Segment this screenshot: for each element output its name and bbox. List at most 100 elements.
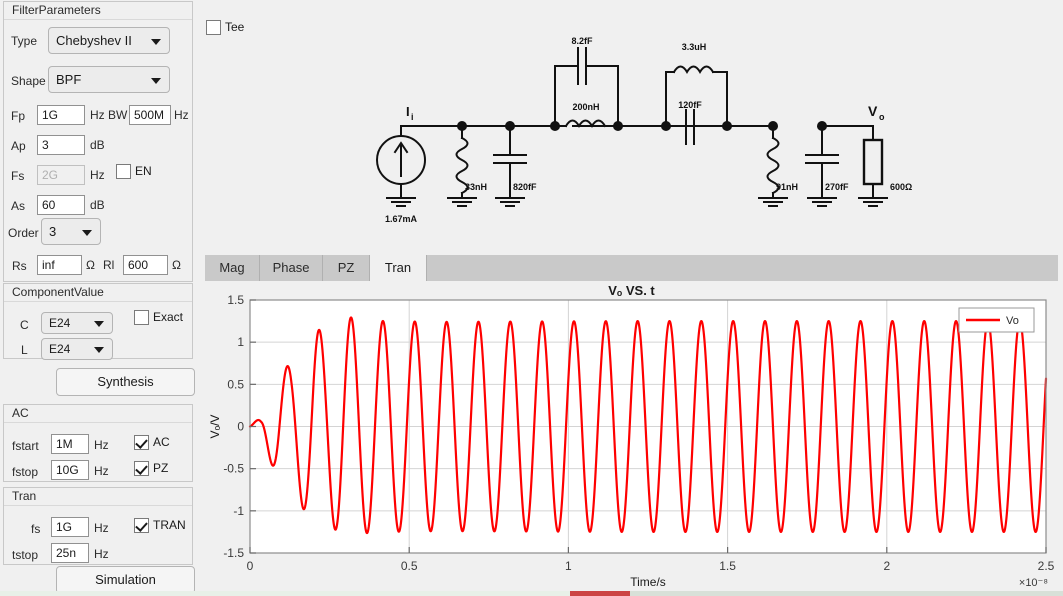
svg-text:Time/s: Time/s bbox=[630, 575, 666, 589]
chevron-down-icon bbox=[82, 229, 92, 236]
tran-title: Tran bbox=[10, 489, 39, 503]
fp-unit: Hz bbox=[90, 108, 105, 122]
bw-unit: Hz bbox=[174, 108, 189, 122]
tran-checkbox-label: TRAN bbox=[153, 518, 186, 532]
bw-label: BW bbox=[108, 108, 128, 122]
load-resistor-label: 600Ω bbox=[890, 182, 912, 192]
status-seg-mid bbox=[570, 591, 630, 596]
shunt-capacitor-2-label: 270fF bbox=[825, 182, 849, 192]
exact-checkbox[interactable] bbox=[134, 310, 149, 325]
l-label: L bbox=[21, 343, 28, 357]
bw-input[interactable] bbox=[129, 105, 171, 125]
schematic-panel: Tee I i 1.67mA 33nH 820fF 8.2fF 200nH 3.… bbox=[200, 0, 1063, 250]
rs-label: Rs bbox=[12, 259, 27, 273]
fs-unit: Hz bbox=[90, 168, 105, 182]
rs-unit: Ω bbox=[86, 258, 95, 272]
ap-label: Ap bbox=[11, 139, 26, 153]
filter-parameters-divider bbox=[4, 19, 192, 20]
status-seg-right bbox=[630, 591, 1063, 596]
svg-text:0: 0 bbox=[247, 559, 254, 573]
source-label-sub: i bbox=[411, 112, 414, 122]
fstart-label: fstart bbox=[12, 439, 39, 453]
order-dropdown[interactable]: 3 bbox=[41, 218, 101, 245]
left-control-panel: FilterParameters Type Chebyshev II Shape… bbox=[0, 0, 196, 596]
svg-text:Vₒ/V: Vₒ/V bbox=[208, 415, 222, 439]
svg-text:1: 1 bbox=[565, 559, 572, 573]
tran-checkbox[interactable] bbox=[134, 518, 149, 533]
svg-text:1.5: 1.5 bbox=[719, 559, 736, 573]
fs-input[interactable] bbox=[37, 165, 85, 185]
svg-text:-0.5: -0.5 bbox=[223, 462, 244, 476]
shape-dropdown-value: BPF bbox=[56, 72, 82, 87]
type-dropdown[interactable]: Chebyshev II bbox=[48, 27, 170, 54]
ac-title: AC bbox=[10, 406, 31, 420]
chevron-down-icon bbox=[94, 321, 104, 327]
tran-divider bbox=[4, 505, 192, 506]
synthesis-button[interactable]: Synthesis bbox=[56, 368, 195, 396]
as-label: As bbox=[11, 199, 26, 213]
as-input[interactable] bbox=[37, 195, 85, 215]
fp-input[interactable] bbox=[37, 105, 85, 125]
svg-text:-1.5: -1.5 bbox=[223, 546, 244, 560]
ap-unit: dB bbox=[90, 138, 105, 152]
type-dropdown-value: Chebyshev II bbox=[56, 33, 132, 48]
filter-parameters-title: FilterParameters bbox=[10, 3, 103, 17]
shape-dropdown[interactable]: BPF bbox=[48, 66, 170, 93]
order-dropdown-value: 3 bbox=[49, 224, 57, 239]
order-label: Order bbox=[8, 226, 39, 240]
chevron-down-icon bbox=[151, 38, 161, 45]
tstop-label: tstop bbox=[12, 548, 39, 562]
chevron-down-icon bbox=[151, 77, 161, 84]
output-label: V bbox=[868, 103, 878, 119]
tab-phase[interactable]: Phase bbox=[260, 255, 323, 281]
as-unit: dB bbox=[90, 198, 105, 212]
tstop-input[interactable] bbox=[51, 543, 89, 563]
svg-text:-1: -1 bbox=[233, 504, 244, 518]
ac-divider bbox=[4, 422, 192, 423]
fstop-input[interactable] bbox=[51, 460, 89, 480]
status-seg-left bbox=[0, 591, 570, 596]
shape-label: Shape bbox=[11, 74, 46, 88]
fstart-input[interactable] bbox=[51, 434, 89, 454]
c-dropdown[interactable]: E24 bbox=[41, 312, 113, 334]
l-dropdown[interactable]: E24 bbox=[41, 338, 113, 360]
tab-mag[interactable]: Mag bbox=[205, 255, 260, 281]
en-checkbox-label: EN bbox=[135, 164, 152, 178]
tran-fs-unit: Hz bbox=[94, 521, 109, 535]
fp-label: Fp bbox=[11, 109, 26, 123]
svg-text:1.5: 1.5 bbox=[227, 293, 244, 307]
source-label: I bbox=[406, 104, 410, 119]
tab-pz[interactable]: PZ bbox=[323, 255, 370, 281]
tran-fs-label: fs bbox=[31, 522, 41, 536]
en-checkbox[interactable] bbox=[116, 164, 131, 179]
rs-input[interactable] bbox=[37, 255, 82, 275]
c-dropdown-value: E24 bbox=[49, 316, 71, 330]
circuit-schematic-svg: I i 1.67mA 33nH 820fF 8.2fF 200nH 3.3uH … bbox=[376, 36, 912, 224]
fs-label: Fs bbox=[11, 169, 25, 183]
rl-unit: Ω bbox=[172, 258, 181, 272]
c-label: C bbox=[20, 318, 29, 332]
output-label-sub: o bbox=[879, 112, 885, 122]
type-label: Type bbox=[11, 34, 38, 48]
ac-checkbox[interactable] bbox=[134, 435, 149, 450]
ap-input[interactable] bbox=[37, 135, 85, 155]
svg-text:2: 2 bbox=[883, 559, 890, 573]
fstart-unit: Hz bbox=[94, 438, 109, 452]
svg-text:1: 1 bbox=[237, 335, 244, 349]
rl-label: Rl bbox=[103, 258, 115, 272]
simulation-button[interactable]: Simulation bbox=[56, 566, 195, 594]
svg-text:×10⁻⁸: ×10⁻⁸ bbox=[1019, 577, 1048, 589]
series-inductor-1-label: 200nH bbox=[572, 102, 599, 112]
pz-checkbox[interactable] bbox=[134, 461, 149, 476]
shunt-inductor-2-label: 91nH bbox=[776, 182, 798, 192]
tran-fs-input[interactable] bbox=[51, 517, 89, 537]
fstop-unit: Hz bbox=[94, 464, 109, 478]
svg-text:Vo: Vo bbox=[1006, 315, 1019, 327]
svg-text:2.5: 2.5 bbox=[1038, 559, 1055, 573]
tab-tran[interactable]: Tran bbox=[370, 255, 427, 281]
l-dropdown-value: E24 bbox=[49, 342, 71, 356]
rl-input[interactable] bbox=[123, 255, 168, 275]
shunt-inductor-1-label: 33nH bbox=[465, 182, 487, 192]
pz-checkbox-label: PZ bbox=[153, 461, 169, 475]
bottom-status-strip bbox=[0, 591, 1063, 596]
